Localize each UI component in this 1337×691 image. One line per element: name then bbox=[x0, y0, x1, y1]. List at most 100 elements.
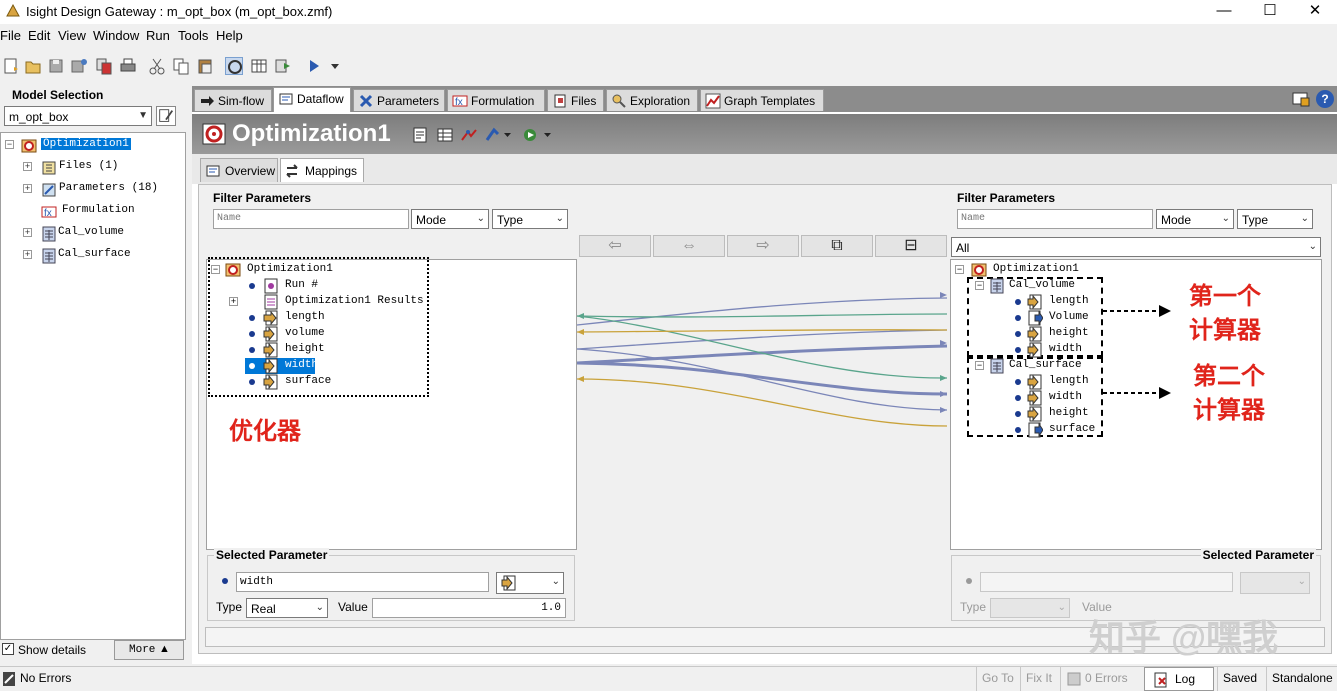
map-left-arrow-button[interactable]: ⇦ bbox=[579, 235, 651, 257]
tab-dataflow[interactable]: Dataflow bbox=[273, 87, 351, 112]
run-icon[interactable] bbox=[305, 57, 323, 75]
tree-node-parameters[interactable]: + Parameters (18) bbox=[1, 179, 185, 201]
model-combo[interactable]: m_opt_box ▼ bbox=[4, 106, 152, 126]
main-pane: Sim-flow Dataflow Parameters fx Formulat… bbox=[192, 86, 1337, 664]
scatter-icon[interactable] bbox=[460, 126, 478, 144]
tab-mappings[interactable]: Mappings bbox=[280, 158, 364, 182]
param-type-combo[interactable]: Real ⌄ bbox=[246, 598, 328, 618]
menu-view[interactable]: View bbox=[58, 28, 86, 43]
tree-node-optimization1[interactable]: − Optimization1 bbox=[1, 135, 185, 157]
left-filter-label: Filter Parameters bbox=[213, 191, 312, 205]
expand-all-button[interactable]: ⧉ bbox=[801, 235, 873, 257]
chevron-down-icon: ⌄ bbox=[555, 213, 564, 224]
menu-file[interactable]: File bbox=[0, 28, 21, 43]
tree-node-cal-surface[interactable]: + Cal_surface bbox=[1, 245, 185, 267]
param-width[interactable]: width bbox=[207, 358, 567, 374]
dataflow-icon bbox=[279, 93, 293, 105]
tab-exploration[interactable]: Exploration bbox=[606, 89, 698, 111]
tree-node-formulation[interactable]: fx Formulation bbox=[1, 201, 185, 223]
param-mode-combo[interactable]: ⌄ bbox=[496, 572, 564, 594]
selected-param-left-label: Selected Parameter bbox=[214, 548, 330, 562]
menu-help[interactable]: Help bbox=[216, 28, 243, 43]
right-name-filter-input[interactable]: Name bbox=[957, 209, 1153, 229]
tree-label: Files (1) bbox=[59, 160, 119, 172]
edit-model-icon[interactable] bbox=[156, 106, 176, 126]
param-results[interactable]: + Optimization1 Results bbox=[207, 294, 567, 310]
tab-parameters[interactable]: Parameters bbox=[353, 89, 445, 111]
tree-node-files[interactable]: + Files (1) bbox=[1, 157, 185, 179]
tools-dropdown-icon[interactable] bbox=[484, 126, 512, 144]
fixit-button[interactable]: Fix It bbox=[1020, 667, 1057, 691]
goto-button[interactable]: Go To bbox=[976, 667, 1019, 691]
tree-node-cal-volume[interactable]: + Cal_volume bbox=[1, 223, 185, 245]
export-icon[interactable] bbox=[274, 57, 292, 75]
help-icon[interactable]: ? bbox=[1316, 90, 1334, 108]
input-param-icon bbox=[1027, 406, 1042, 422]
open-icon[interactable] bbox=[24, 57, 42, 75]
type-label: Type bbox=[960, 600, 987, 614]
param-run-number[interactable]: Run # bbox=[207, 278, 567, 294]
tab-overview[interactable]: Overview bbox=[200, 158, 278, 182]
param-length[interactable]: length bbox=[207, 310, 567, 326]
left-mode-combo[interactable]: Mode ⌄ bbox=[411, 209, 489, 229]
right-type-combo[interactable]: Type ⌄ bbox=[1237, 209, 1313, 229]
link-icon[interactable] bbox=[225, 57, 243, 75]
map-right-arrow-button[interactable]: ⇨ bbox=[727, 235, 799, 257]
table-icon[interactable] bbox=[436, 126, 454, 144]
cut-icon[interactable] bbox=[148, 57, 166, 75]
new-icon[interactable] bbox=[2, 57, 20, 75]
edit-icon[interactable] bbox=[412, 126, 430, 144]
copy-model-icon[interactable] bbox=[95, 57, 113, 75]
maximize-button[interactable]: ☐ bbox=[1247, 0, 1293, 24]
save-as-icon[interactable] bbox=[70, 57, 88, 75]
tree-label: Cal_volume bbox=[58, 226, 125, 238]
tree-node-root[interactable]: − Optimization1 bbox=[951, 262, 1311, 278]
param-volume[interactable]: volume bbox=[207, 326, 567, 342]
left-type-combo[interactable]: Type ⌄ bbox=[492, 209, 568, 229]
model-combo-value: m_opt_box bbox=[9, 110, 69, 124]
param-surface[interactable]: surface bbox=[207, 374, 567, 390]
copy-icon[interactable] bbox=[172, 57, 190, 75]
log-button[interactable]: Log bbox=[1144, 667, 1214, 691]
show-details-checkbox[interactable]: ✓ bbox=[2, 643, 14, 655]
input-param-icon bbox=[501, 575, 516, 591]
minimize-button[interactable]: — bbox=[1201, 0, 1247, 24]
left-name-filter-input[interactable]: Name bbox=[213, 209, 409, 229]
inout-param-icon bbox=[263, 310, 278, 326]
right-mode-combo[interactable]: Mode ⌄ bbox=[1156, 209, 1234, 229]
selected-param-name-field[interactable]: width bbox=[236, 572, 489, 592]
component-filter-combo[interactable]: All ⌄ bbox=[951, 237, 1321, 257]
errors-button[interactable]: 0 Errors bbox=[1060, 667, 1138, 691]
collapse-all-button[interactable]: ⊟ bbox=[875, 235, 947, 257]
param-height[interactable]: height bbox=[207, 342, 567, 358]
param-value-field[interactable]: 1.0 bbox=[372, 598, 566, 618]
arrowhead bbox=[940, 292, 947, 298]
tree-node-root[interactable]: − Optimization1 bbox=[207, 262, 567, 278]
svg-text:fx: fx bbox=[455, 97, 463, 108]
layout-icon[interactable] bbox=[1292, 90, 1310, 108]
close-button[interactable]: ✕ bbox=[1292, 0, 1337, 24]
watermark: 知乎 @嘿我 bbox=[1089, 617, 1279, 658]
menu-tools[interactable]: Tools bbox=[178, 28, 208, 43]
paste-icon[interactable] bbox=[196, 57, 214, 75]
save-icon[interactable] bbox=[47, 57, 65, 75]
arrowhead bbox=[577, 313, 584, 319]
print-icon[interactable] bbox=[119, 57, 137, 75]
tab-files[interactable]: Files bbox=[547, 89, 604, 111]
more-button[interactable]: More ▲ bbox=[114, 640, 184, 660]
mapping-lines bbox=[577, 292, 948, 427]
chevron-down-icon: ⌄ bbox=[1300, 213, 1309, 224]
tab-sim-flow[interactable]: Sim-flow bbox=[194, 89, 272, 111]
menu-edit[interactable]: Edit bbox=[28, 28, 50, 43]
tab-graph-templates[interactable]: Graph Templates bbox=[700, 89, 824, 111]
model-selection-header: Model Selection bbox=[12, 88, 104, 102]
menu-window[interactable]: Window bbox=[93, 28, 139, 43]
target-parameter-tree: − Optimization1 − Cal_volume length Volu… bbox=[950, 259, 1322, 550]
tab-formulation[interactable]: fx Formulation bbox=[447, 89, 545, 111]
run-options-dropdown-icon[interactable] bbox=[522, 126, 552, 144]
map-bidirectional-button[interactable]: ⇔ bbox=[653, 235, 725, 257]
run-dropdown-icon[interactable] bbox=[326, 57, 344, 75]
table-icon[interactable] bbox=[250, 57, 268, 75]
menu-run[interactable]: Run bbox=[146, 28, 170, 43]
map-line-surface-output bbox=[577, 378, 948, 427]
